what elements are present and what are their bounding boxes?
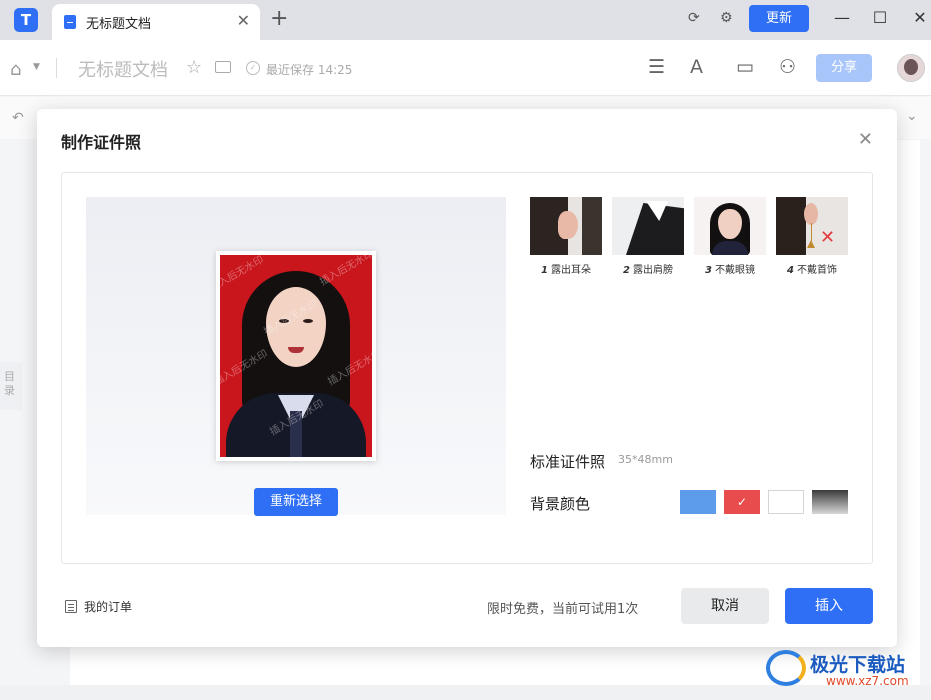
id-photo: 插入后无水印 插入后无水印 插入后无水印 插入后无水印 插入后无水印 插入后无水… — [216, 251, 376, 461]
title-bar: T 无标题文档 ✕ + ⟳ ⚙ 更新 — ☐ ✕ — [0, 0, 931, 40]
ears-sample-image — [530, 197, 602, 255]
document-toolbar: ⌂ ▼ 无标题文档 ☆ ✓ 最近保存 14:25 ☰ A ▭ ⚇ 分享 — [0, 40, 931, 96]
requirement-label: 4 不戴首饰 — [787, 265, 837, 276]
toc-sidebar-tab[interactable]: 目录 — [0, 362, 22, 410]
site-name: 极光下载站 — [810, 654, 906, 676]
spec-size: 35*48mm — [618, 453, 673, 466]
cancel-button[interactable]: 取消 — [681, 588, 769, 624]
requirement-shoulders: 2 露出肩膀 — [612, 197, 684, 276]
trial-notice: 限时免费，当前可试用1次 — [487, 602, 639, 617]
present-icon[interactable]: ▭ — [736, 56, 754, 78]
portrait-eye — [303, 319, 313, 323]
add-collaborator-icon[interactable]: ⚇ — [779, 56, 796, 78]
background-color-label: 背景颜色 — [530, 495, 591, 513]
bg-color-red[interactable]: ✓ — [724, 490, 760, 514]
requirement-label: 1 露出耳朵 — [541, 265, 591, 276]
reselect-button[interactable]: 重新选择 — [254, 488, 338, 516]
no-jewelry-sample-image: ✕ — [776, 197, 848, 255]
minimize-icon[interactable]: — — [832, 8, 852, 27]
no-glasses-sample-image — [694, 197, 766, 255]
document-tab[interactable]: 无标题文档 ✕ — [52, 4, 260, 40]
bg-color-white[interactable] — [768, 490, 804, 514]
dialog-title: 制作证件照 — [61, 133, 142, 152]
requirement-no-glasses: 3 不戴眼镜 — [694, 197, 766, 276]
tab-title: 无标题文档 — [86, 17, 152, 32]
maximize-icon[interactable]: ☐ — [870, 8, 890, 27]
text-format-icon[interactable]: A — [690, 56, 703, 78]
id-photo-dialog: 制作证件照 ✕ 插入后无水印 插入后无水印 插入后无水印 插入后无水印 插入后无… — [37, 109, 897, 647]
folder-icon[interactable] — [215, 61, 231, 73]
sync-icon[interactable]: ⟳ — [688, 10, 700, 26]
orders-list-icon[interactable] — [65, 600, 77, 613]
site-watermark: 极光下载站 www.xz7.com — [766, 648, 926, 692]
tab-close-icon[interactable]: ✕ — [237, 11, 250, 30]
home-icon[interactable]: ⌂ — [10, 59, 21, 80]
undo-icon[interactable]: ↶ — [12, 110, 24, 126]
requirement-label: 3 不戴眼镜 — [705, 265, 755, 276]
portrait-image: 插入后无水印 插入后无水印 插入后无水印 插入后无水印 插入后无水印 插入后无水… — [220, 255, 372, 457]
update-button[interactable]: 更新 — [749, 5, 809, 32]
chevron-down-icon[interactable]: ▼ — [33, 62, 40, 72]
cross-icon: ✕ — [820, 227, 836, 248]
menu-icon[interactable]: ☰ — [648, 56, 665, 78]
shoulders-sample-image — [612, 197, 684, 255]
site-url: www.xz7.com — [826, 674, 909, 688]
requirement-no-jewelry: ✕ 4 不戴首饰 — [776, 197, 848, 276]
close-window-icon[interactable]: ✕ — [910, 8, 930, 27]
new-tab-icon[interactable]: + — [270, 6, 288, 31]
requirement-label: 2 露出肩膀 — [623, 265, 673, 276]
bg-color-blue[interactable] — [680, 490, 716, 514]
site-logo-icon — [766, 650, 806, 686]
star-icon[interactable]: ☆ — [186, 57, 202, 78]
avatar[interactable] — [897, 54, 925, 82]
document-icon — [64, 15, 76, 29]
insert-button[interactable]: 插入 — [785, 588, 873, 624]
requirement-ears: 1 露出耳朵 — [530, 197, 602, 276]
chevron-down-icon[interactable]: ⌄ — [906, 108, 918, 124]
photo-preview: 插入后无水印 插入后无水印 插入后无水印 插入后无水印 插入后无水印 插入后无水… — [86, 197, 506, 516]
spec-label: 标准证件照 — [530, 453, 606, 471]
app-logo-icon[interactable]: T — [14, 8, 38, 32]
close-icon[interactable]: ✕ — [858, 129, 873, 150]
share-button[interactable]: 分享 — [816, 54, 872, 82]
settings-icon[interactable]: ⚙ — [720, 10, 733, 26]
watermark-text: 插入后无水印 — [318, 255, 372, 288]
document-title[interactable]: 无标题文档 — [78, 56, 168, 82]
saved-status: 最近保存 14:25 — [266, 63, 353, 77]
saved-check-icon: ✓ — [246, 61, 260, 75]
check-icon: ✓ — [736, 495, 748, 509]
divider — [56, 58, 57, 78]
photo-panel: 插入后无水印 插入后无水印 插入后无水印 插入后无水印 插入后无水印 插入后无水… — [61, 172, 873, 564]
bg-color-gray[interactable] — [812, 490, 848, 514]
my-orders-link[interactable]: 我的订单 — [84, 598, 132, 615]
